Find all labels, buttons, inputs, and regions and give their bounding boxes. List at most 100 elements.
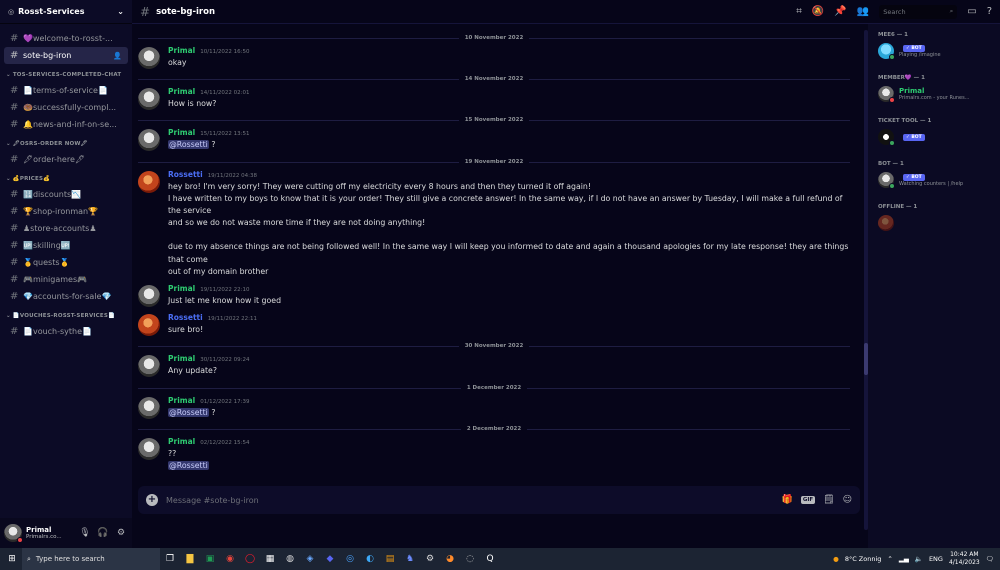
avatar[interactable] (138, 129, 160, 152)
app-icon[interactable]: ◐ (360, 548, 380, 570)
search-input[interactable]: Search ⌕ (879, 4, 958, 19)
avatar[interactable] (138, 285, 160, 308)
author-name[interactable]: Primal (168, 437, 195, 446)
member-item[interactable] (878, 215, 994, 231)
message[interactable]: Primal 02/12/2022 15:54?? @Rossetti (138, 435, 850, 472)
sidebar-channel[interactable]: # sote-bg-iron 👤 (4, 47, 128, 64)
message[interactable]: Rossetti 19/11/2022 04:38 hey bro! I'm ver… (138, 168, 850, 278)
obs-icon[interactable]: ◍ (280, 548, 300, 570)
sidebar-channel[interactable]: # 💎accounts-for-sale💎 (4, 288, 128, 305)
channel-category[interactable]: ⌄ 📄VOUCHES-ROSST-SERVICES📄 (0, 309, 132, 323)
member-item[interactable]: ✓ BOT Playing /imagine (878, 43, 994, 60)
firefox-icon[interactable]: ◕ (440, 548, 460, 570)
settings-icon[interactable]: ⚙ (420, 548, 440, 570)
gift-icon[interactable]: 🎁 (782, 495, 793, 505)
message-list[interactable]: 10 November 2022 Primal 10/11/2022 16:50 ok… (132, 24, 860, 548)
weather-text[interactable]: 8°C Zonnig (845, 555, 882, 563)
add-member-icon[interactable]: 👤 (113, 52, 122, 60)
microphone-icon[interactable]: 🎙 (78, 528, 92, 538)
add-attachment-icon[interactable]: + (146, 494, 158, 506)
avatar[interactable] (138, 396, 160, 419)
user-mention[interactable]: @Rossetti (168, 407, 209, 417)
author-name[interactable]: Primal (168, 284, 195, 293)
author-name[interactable]: Primal (168, 46, 195, 55)
message[interactable]: Primal 15/11/2022 13:51 @Rossetti ? (138, 126, 850, 152)
author-name[interactable]: Primal (168, 396, 195, 405)
app-icon[interactable]: ◌ (460, 548, 480, 570)
scrollbar[interactable] (864, 30, 868, 530)
threads-icon[interactable]: ⌗ (796, 6, 802, 17)
author-name[interactable]: Primal (168, 354, 195, 363)
server-header[interactable]: ◎ Rosst-Services ⌄ (0, 0, 132, 24)
sidebar-channel[interactable]: # 🍩successfully-compl... (4, 99, 128, 116)
app-icon[interactable]: ♞ (400, 548, 420, 570)
sidebar-channel[interactable]: # 📄vouch-sythe📄 (4, 323, 128, 340)
sticker-icon[interactable]: 🗒 (823, 495, 834, 505)
channel-category[interactable]: ⌄ 🖋OSRS-ORDER NOW🖋 (0, 137, 132, 151)
member-item[interactable]: ✓ BOT (878, 129, 994, 146)
app-icon[interactable]: ▦ (260, 548, 280, 570)
chevron-down-icon[interactable]: ⌄ (117, 7, 124, 16)
task-view-icon[interactable]: ❐ (160, 548, 180, 570)
file-explorer-icon[interactable]: ▇ (180, 548, 200, 570)
chevron-up-icon[interactable]: ⌃ (887, 555, 892, 563)
avatar[interactable] (4, 524, 23, 543)
app-icon[interactable]: Q (480, 548, 500, 570)
author-name[interactable]: Primal (168, 87, 195, 96)
avatar[interactable] (138, 88, 160, 111)
app-icon[interactable]: ▤ (380, 548, 400, 570)
message[interactable]: Rossetti 19/11/2022 22:11 sure bro! (138, 311, 850, 337)
author-name[interactable]: Rossetti (168, 170, 203, 179)
sidebar-channel[interactable]: # 🥇quests🥇 (4, 254, 128, 271)
app-icon[interactable]: ◎ (340, 548, 360, 570)
windows-start-icon[interactable]: ⊞ (2, 548, 22, 570)
member-list-icon[interactable]: 👥 (857, 6, 869, 17)
language-indicator[interactable]: ENG (929, 555, 943, 563)
user-mention[interactable]: @Rossetti (168, 461, 209, 471)
message-input[interactable] (166, 495, 774, 505)
pin-icon[interactable]: 📌 (834, 6, 846, 17)
sidebar-channel[interactable]: # 🖋order-here🖋 (4, 151, 128, 168)
sidebar-channel[interactable]: # 🔔news-and-inf-on-se... (4, 116, 128, 133)
clock[interactable]: 10:42 AM 4/14/2023 (949, 551, 980, 567)
message[interactable]: Primal 01/12/2022 17:39 @Rossetti ? (138, 394, 850, 419)
avatar[interactable] (138, 437, 160, 460)
gif-button[interactable]: GIF (800, 496, 816, 504)
app-icon[interactable]: ◈ (300, 548, 320, 570)
taskbar-search[interactable]: ⌕ Type here to search (22, 548, 160, 570)
avatar[interactable] (138, 314, 160, 337)
emoji-icon[interactable]: ☺ (843, 495, 852, 505)
sidebar-channel[interactable]: # 🆙skilling🆙 (4, 237, 128, 254)
scrollbar-thumb[interactable] (864, 343, 868, 375)
excel-icon[interactable]: ▣ (200, 548, 220, 570)
channel-category[interactable]: ⌄ TOS-SERVICES-COMPLETED-CHAT (0, 68, 132, 82)
mute-bell-icon[interactable]: 🔕 (812, 6, 824, 17)
sidebar-channel[interactable]: # 📄terms-of-service📄 (4, 82, 128, 99)
message[interactable]: Primal 14/11/2022 02:01 How is now? (138, 85, 850, 111)
author-name[interactable]: Primal (168, 128, 195, 137)
sidebar-channel[interactable]: # 💜welcome-to-rosst-... (4, 30, 128, 47)
sidebar-channel[interactable]: # ♟store-accounts♟ (4, 220, 128, 237)
headphones-icon[interactable]: 🎧 (96, 528, 110, 538)
sidebar-channel[interactable]: # 🔢discounts📉 (4, 186, 128, 203)
gear-icon[interactable]: ⚙ (114, 528, 128, 538)
message[interactable]: Primal 30/11/2022 09:24 Any update? (138, 352, 850, 378)
sidebar-channel[interactable]: # 🎮minigames🎮 (4, 271, 128, 288)
message[interactable]: Primal 10/11/2022 16:50 okay (138, 44, 850, 69)
author-name[interactable]: Rossetti (168, 313, 203, 322)
avatar[interactable] (138, 355, 160, 378)
opera-icon[interactable]: ◯ (240, 548, 260, 570)
notification-icon[interactable]: 🗨 (986, 555, 994, 563)
channel-category[interactable]: ⌄ 💰PRICES💰 (0, 172, 132, 186)
discord-icon[interactable]: ◆ (320, 548, 340, 570)
member-item[interactable]: Primal Primalrs.com - your Runes... (878, 86, 994, 103)
chrome-icon[interactable]: ◉ (220, 548, 240, 570)
member-item[interactable]: ✓ BOT Watching counters | /help (878, 172, 994, 189)
sidebar-channel[interactable]: # 🏆shop-ironman🏆 (4, 203, 128, 220)
avatar[interactable] (138, 47, 160, 69)
avatar[interactable] (138, 170, 160, 193)
speaker-icon[interactable]: 🔈 (915, 555, 923, 563)
message[interactable]: Primal 19/11/2022 22:10 Just let me know h… (138, 282, 850, 308)
user-mention[interactable]: @Rossetti (168, 140, 209, 150)
inbox-icon[interactable]: ▭ (967, 6, 976, 17)
